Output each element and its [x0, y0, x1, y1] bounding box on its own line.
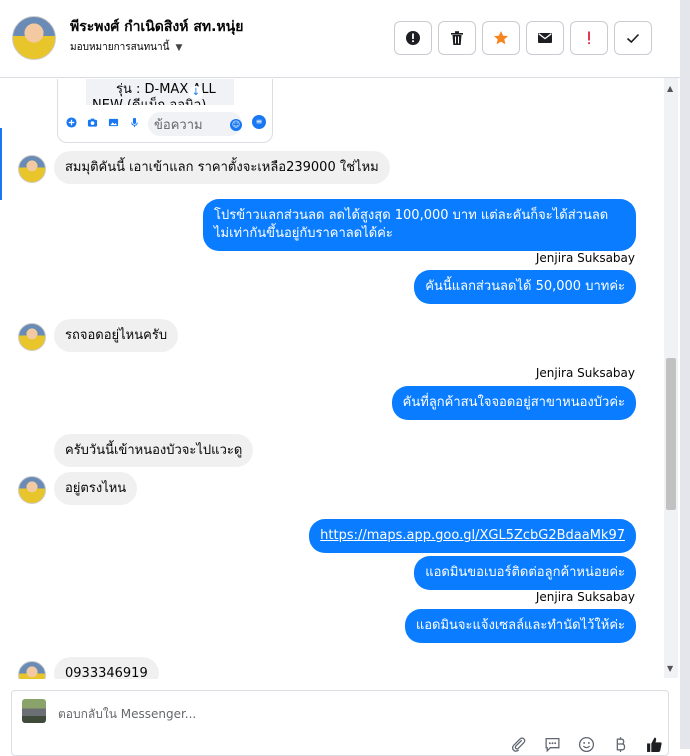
- arrow-down-icon[interactable]: ↓: [189, 86, 203, 100]
- plus-circle-icon[interactable]: [64, 115, 79, 130]
- header-actions: [394, 21, 652, 55]
- photo-icon[interactable]: [106, 115, 121, 130]
- composer-toolbar: [508, 735, 664, 753]
- page-avatar: [22, 699, 46, 723]
- envelope-icon: [538, 33, 552, 43]
- star-icon: [494, 31, 508, 45]
- star-button[interactable]: [482, 21, 520, 55]
- reply-composer[interactable]: ตอบกลับใน Messenger...: [11, 690, 669, 756]
- thumbs-up-icon[interactable]: [644, 735, 664, 753]
- widget-toolbar: [64, 115, 142, 130]
- spam-button[interactable]: [570, 21, 608, 55]
- messenger-conversation: พีระพงศ์ กำเนิดสิงห์ สท.หนุ่ย มอบหมายการ…: [0, 0, 690, 756]
- sender-name: Jenjira Suksabay: [535, 590, 635, 604]
- message-incoming[interactable]: รถจอดอยู่ไหนครับ: [54, 319, 179, 352]
- sender-name: Jenjira Suksabay: [535, 251, 635, 265]
- attachment-icon[interactable]: [508, 735, 528, 753]
- scrollbar-thumb[interactable]: [666, 358, 676, 510]
- assign-conversation-dropdown[interactable]: มอบหมายการสนทนานี้ ▼: [70, 40, 182, 55]
- exclamation-circle-icon: [406, 31, 420, 45]
- report-button[interactable]: [394, 21, 432, 55]
- selection-accent: [0, 128, 2, 200]
- message-line: โปรข้าวแลกส่วนลด ลดได้สูงสุด 100,000 บาท…: [214, 208, 609, 223]
- widget-message-input[interactable]: ข้อความ: [148, 112, 242, 136]
- window-edge: [680, 0, 690, 749]
- message-incoming[interactable]: ครับวันนี้เข้าหนองบัวจะไปแวะดู: [54, 434, 254, 467]
- message-outgoing[interactable]: แอดมินขอเบอร์ติดต่อลูกค้าหน่อยค่ะ: [414, 556, 636, 590]
- message-outgoing[interactable]: โปรข้าวแลกส่วนลด ลดได้สูงสุด 100,000 บาท…: [203, 199, 636, 251]
- contact-avatar-small[interactable]: [18, 476, 46, 504]
- exclamation-icon: [588, 31, 590, 45]
- sender-name: Jenjira Suksabay: [535, 366, 635, 380]
- contact-avatar[interactable]: [12, 16, 56, 60]
- message-line: ไม่เท่ากันขึ้นอยู่กับราคาลดได้ค่ะ: [214, 226, 393, 241]
- message-outgoing[interactable]: แอดมินจะแจ้งเซลล์และทำนัดไว้ให้ค่ะ: [404, 609, 636, 643]
- done-button[interactable]: [614, 21, 652, 55]
- emoji-icon[interactable]: ☺: [230, 119, 242, 131]
- scroll-down-icon[interactable]: ▼: [667, 664, 673, 673]
- message-incoming[interactable]: อยู่ตรงไหน: [54, 472, 138, 505]
- microphone-icon[interactable]: [127, 115, 142, 130]
- conversation-header: พีระพงศ์ กำเนิดสิงห์ สท.หนุ่ย มอบหมายการ…: [0, 0, 680, 78]
- delete-button[interactable]: [438, 21, 476, 55]
- embedded-chat-widget: รุ่น : D-MAX ALL NEW (ดีแม็ก ออนิว) ↓ ข้…: [57, 79, 273, 143]
- scroll-up-icon[interactable]: ▲: [667, 84, 673, 93]
- menu-icon[interactable]: ≡: [252, 115, 266, 129]
- mark-unread-button[interactable]: [526, 21, 564, 55]
- message-incoming[interactable]: สมมุติคันนี้ เอาเข้าแลก ราคาตั้งจะเหลือ2…: [54, 151, 390, 184]
- chevron-down-icon: ▼: [175, 42, 183, 53]
- message-outgoing-link[interactable]: https://maps.app.goo.gl/XGL5ZcbG2BdaaMk9…: [309, 519, 636, 553]
- reply-input[interactable]: ตอบกลับใน Messenger...: [58, 705, 196, 724]
- saved-reply-icon[interactable]: [542, 735, 562, 753]
- emoji-icon[interactable]: [576, 735, 596, 753]
- contact-name[interactable]: พีระพงศ์ กำเนิดสิงห์ สท.หนุ่ย: [70, 16, 243, 38]
- baht-currency-icon[interactable]: [610, 735, 630, 753]
- maps-link[interactable]: https://maps.app.goo.gl/XGL5ZcbG2BdaaMk9…: [320, 528, 625, 543]
- camera-icon[interactable]: [85, 115, 100, 130]
- product-card[interactable]: รุ่น : D-MAX ALL NEW (ดีแม็ก ออนิว) ↓: [86, 79, 234, 105]
- message-outgoing[interactable]: คันที่ลูกค้าสนใจจอดอยู่สาขาหนองบัวค่ะ: [391, 386, 636, 420]
- contact-avatar-small[interactable]: [18, 155, 46, 183]
- check-icon: [626, 33, 640, 44]
- assign-label: มอบหมายการสนทนานี้: [70, 42, 170, 53]
- contact-avatar-small[interactable]: [18, 323, 46, 351]
- message-outgoing[interactable]: คันนี้แลกส่วนลดได้ 50,000 บาทค่ะ: [414, 270, 636, 304]
- trash-icon: [451, 31, 463, 45]
